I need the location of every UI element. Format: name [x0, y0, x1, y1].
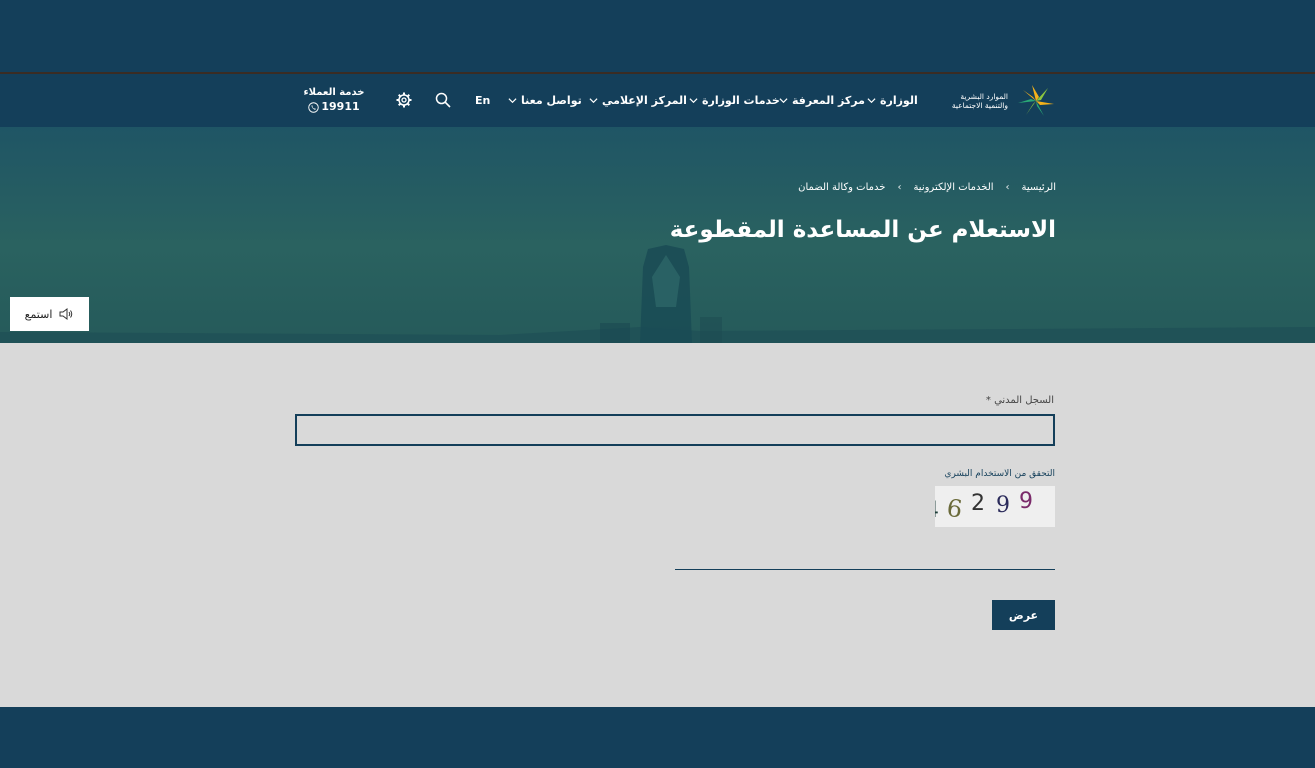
chevron-down-icon: [508, 98, 517, 104]
accessibility-settings-icon[interactable]: [395, 91, 413, 109]
nav-item-ministry-label: الوزارة: [880, 94, 918, 107]
breadcrumb-current[interactable]: خدمات وكالة الضمان: [798, 182, 885, 193]
civil-registry-label-text: السجل المدني: [994, 395, 1054, 406]
logo-line-1: الموارد البشرية: [960, 92, 1008, 101]
ministry-logo[interactable]: الموارد البشرية والتنمية الاجتماعية: [944, 82, 1056, 120]
nav-item-knowledge-center-label: مركز المعرفة: [792, 94, 865, 107]
hero-banner: الرئيسية › الخدمات الإلكترونية › خدمات و…: [0, 127, 1315, 343]
chevron-down-icon: [589, 98, 598, 104]
customer-service[interactable]: خدمة العملاء 19911: [300, 86, 368, 114]
nav-item-ministry-services-label: خدمات الوزارة: [702, 94, 780, 107]
listen-label: استمع: [24, 307, 53, 321]
customer-service-label: خدمة العملاء: [303, 87, 365, 98]
captcha-input[interactable]: [675, 540, 1055, 570]
footer: [0, 707, 1315, 768]
chevron-down-icon: [779, 98, 788, 104]
nav-item-ministry[interactable]: الوزارة: [867, 74, 918, 127]
required-mark: *: [985, 395, 991, 406]
breadcrumb: الرئيسية › الخدمات الإلكترونية › خدمات و…: [0, 182, 1056, 193]
page-title: الاستعلام عن المساعدة المقطوعة: [669, 217, 1056, 243]
captcha-char: 2: [971, 491, 985, 516]
main-navbar: الموارد البشرية والتنمية الاجتماعية الوز…: [0, 74, 1315, 127]
nav-item-ministry-services[interactable]: خدمات الوزارة: [689, 74, 780, 127]
chevron-down-icon: [689, 98, 698, 104]
captcha-char: 4: [935, 498, 939, 523]
captcha-image: 4 6 2 9 9: [935, 486, 1055, 527]
civil-registry-label: السجل المدني *: [986, 395, 1054, 406]
customer-service-number: 19911: [321, 100, 360, 113]
submit-button[interactable]: عرض: [992, 600, 1055, 630]
nav-item-knowledge-center[interactable]: مركز المعرفة: [779, 74, 865, 127]
listen-button[interactable]: استمع: [10, 297, 89, 331]
civil-registry-input[interactable]: [295, 414, 1055, 446]
breadcrumb-eservices[interactable]: الخدمات الإلكترونية: [913, 182, 993, 193]
breadcrumb-separator: ›: [897, 182, 902, 193]
logo-line-2: والتنمية الاجتماعية: [951, 101, 1008, 110]
top-band: [0, 0, 1315, 72]
language-switch[interactable]: En: [475, 74, 490, 127]
nav-item-contact-us-label: تواصل معنا: [521, 94, 582, 107]
search-icon[interactable]: [434, 91, 452, 109]
breadcrumb-separator: ›: [1005, 182, 1010, 193]
chevron-down-icon: [867, 98, 876, 104]
customer-service-number-row: 19911: [300, 100, 368, 114]
nav-item-contact-us[interactable]: تواصل معنا: [508, 74, 582, 127]
nav-item-media-center[interactable]: المركز الإعلامي: [589, 74, 687, 127]
phone-icon: [308, 101, 320, 113]
captcha-char: 9: [1019, 489, 1033, 514]
nav-item-media-center-label: المركز الإعلامي: [602, 94, 687, 107]
speaker-icon: [59, 308, 73, 320]
captcha-char: 9: [996, 493, 1010, 518]
breadcrumb-home[interactable]: الرئيسية: [1022, 182, 1056, 193]
logo-text: الموارد البشرية والتنمية الاجتماعية: [952, 92, 1008, 110]
captcha-label: التحقق من الاستخدام البشري: [944, 469, 1055, 479]
ministry-logo-icon: [1018, 85, 1054, 116]
